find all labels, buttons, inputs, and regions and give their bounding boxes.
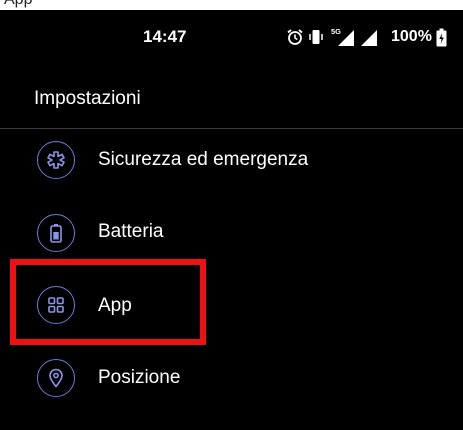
- settings-item-label: Posizione: [98, 367, 181, 388]
- status-time: 14:47: [143, 27, 187, 46]
- status-bar: 14:47 5G 100%: [0, 10, 463, 58]
- mobile-signal-icon: 5G: [328, 27, 356, 47]
- battery-icon: [37, 214, 75, 252]
- settings-item-label: Sicurezza ed emergenza: [98, 149, 309, 170]
- page-title: Impostazioni: [34, 88, 141, 109]
- battery-percent: 100%: [391, 28, 432, 45]
- settings-item-label: App: [98, 295, 132, 316]
- phone-screen: 14:47 5G 100% Impostazioni Sicurezza ed …: [0, 10, 463, 430]
- settings-item-label: Batteria: [98, 221, 164, 242]
- network-type-label: 5G: [331, 27, 341, 36]
- top-caption: App: [4, 0, 32, 9]
- apps-grid-icon: [37, 286, 75, 324]
- settings-item-batteria[interactable]: Batteria: [0, 198, 463, 268]
- wifi-signal-icon: [360, 27, 378, 47]
- status-icons: 5G 100%: [286, 27, 447, 47]
- settings-item-app[interactable]: App: [0, 270, 463, 340]
- settings-item-sicurezza[interactable]: Sicurezza ed emergenza: [0, 125, 463, 195]
- location-pin-icon: [37, 359, 75, 397]
- battery-icon: [436, 28, 447, 47]
- alarm-icon: [286, 28, 304, 46]
- vibrate-icon: [308, 28, 324, 46]
- top-strip: App: [0, 0, 463, 10]
- settings-item-posizione[interactable]: Posizione: [0, 342, 463, 412]
- medical-star-icon: [37, 141, 75, 179]
